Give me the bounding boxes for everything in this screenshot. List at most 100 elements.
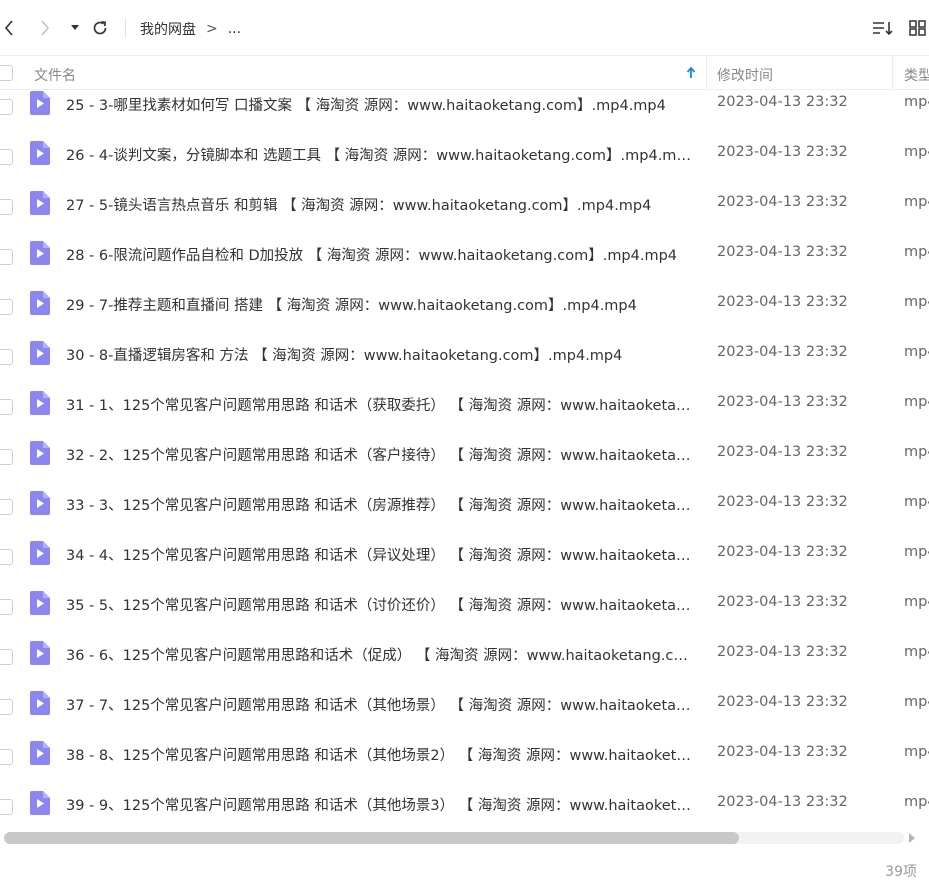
file-type: mp4 xyxy=(904,144,929,160)
file-name[interactable]: 36 - 6、125个常见客户问题常用思路和话术（促成） 【 海淘资 源网：ww… xyxy=(66,644,694,665)
column-divider[interactable] xyxy=(706,56,707,90)
table-row[interactable]: 28 - 6-限流问题作品自检和 D加投放 【 海淘资 源网：www.haita… xyxy=(0,240,929,290)
row-checkbox[interactable] xyxy=(0,349,13,365)
row-checkbox[interactable] xyxy=(0,699,13,715)
table-row[interactable]: 35 - 5、125个常见客户问题常用思路 和话术（讨价还价） 【 海淘资 源网… xyxy=(0,590,929,640)
row-checkbox[interactable] xyxy=(0,399,13,415)
video-file-icon xyxy=(30,791,50,815)
row-checkbox[interactable] xyxy=(0,99,13,115)
grid-view-button[interactable] xyxy=(909,16,927,40)
file-type: mp4 xyxy=(904,244,929,260)
file-name[interactable]: 30 - 8-直播逻辑房客和 方法 【 海淘资 源网：www.haitaoket… xyxy=(66,344,694,365)
table-row[interactable]: 31 - 1、125个常见客户问题常用思路 和话术（获取委托） 【 海淘资 源网… xyxy=(0,390,929,440)
file-type: mp4 xyxy=(904,294,929,310)
scrollbar-thumb[interactable] xyxy=(4,832,739,844)
file-list: 25 - 3-哪里找素材如何写 口播文案 【 海淘资 源网：www.haitao… xyxy=(0,90,929,828)
table-header: 文件名 修改时间 类型 xyxy=(0,56,929,90)
table-row[interactable]: 30 - 8-直播逻辑房客和 方法 【 海淘资 源网：www.haitaoket… xyxy=(0,340,929,390)
row-checkbox[interactable] xyxy=(0,549,13,565)
file-name[interactable]: 29 - 7-推荐主题和直播间 搭建 【 海淘资 源网：www.haitaoke… xyxy=(66,294,694,315)
file-name[interactable]: 27 - 5-镜头语言热点音乐 和剪辑 【 海淘资 源网：www.haitaok… xyxy=(66,194,694,215)
forward-button[interactable] xyxy=(38,16,52,40)
table-row[interactable]: 27 - 5-镜头语言热点音乐 和剪辑 【 海淘资 源网：www.haitaok… xyxy=(0,190,929,240)
sort-icon xyxy=(873,22,893,36)
file-name[interactable]: 31 - 1、125个常见客户问题常用思路 和话术（获取委托） 【 海淘资 源网… xyxy=(66,394,694,415)
table-row[interactable]: 25 - 3-哪里找素材如何写 口播文案 【 海淘资 源网：www.haitao… xyxy=(0,90,929,140)
file-type: mp4 xyxy=(904,544,929,560)
table-row[interactable]: 36 - 6、125个常见客户问题常用思路和话术（促成） 【 海淘资 源网：ww… xyxy=(0,640,929,690)
file-type: mp4 xyxy=(904,194,929,210)
row-checkbox[interactable] xyxy=(0,149,13,165)
file-name[interactable]: 28 - 6-限流问题作品自检和 D加投放 【 海淘资 源网：www.haita… xyxy=(66,244,694,265)
table-row[interactable]: 34 - 4、125个常见客户问题常用思路 和话术（异议处理） 【 海淘资 源网… xyxy=(0,540,929,590)
file-modified-time: 2023-04-13 23:32 xyxy=(717,94,848,110)
breadcrumb-more[interactable]: ... xyxy=(228,21,241,37)
file-modified-time: 2023-04-13 23:32 xyxy=(717,344,848,360)
history-dropdown-button[interactable] xyxy=(68,16,82,40)
row-checkbox[interactable] xyxy=(0,799,13,815)
file-name[interactable]: 32 - 2、125个常见客户问题常用思路 和话术（客户接待） 【 海淘资 源网… xyxy=(66,444,694,465)
row-checkbox[interactable] xyxy=(0,199,13,215)
row-checkbox[interactable] xyxy=(0,499,13,515)
file-name[interactable]: 39 - 9、125个常见客户问题常用思路 和话术（其他场景3） 【 海淘资 源… xyxy=(66,794,694,815)
column-header-type[interactable]: 类型 xyxy=(904,65,929,85)
table-row[interactable]: 38 - 8、125个常见客户问题常用思路 和话术（其他场景2） 【 海淘资 源… xyxy=(0,740,929,790)
table-row[interactable]: 39 - 9、125个常见客户问题常用思路 和话术（其他场景3） 【 海淘资 源… xyxy=(0,790,929,828)
table-row[interactable]: 29 - 7-推荐主题和直播间 搭建 【 海淘资 源网：www.haitaoke… xyxy=(0,290,929,340)
file-name[interactable]: 33 - 3、125个常见客户问题常用思路 和话术（房源推荐） 【 海淘资 源网… xyxy=(66,494,694,515)
file-name[interactable]: 26 - 4-谈判文案，分镜脚本和 选题工具 【 海淘资 源网：www.hait… xyxy=(66,144,694,165)
column-header-modified[interactable]: 修改时间 xyxy=(717,65,773,85)
file-modified-time: 2023-04-13 23:32 xyxy=(717,744,848,760)
file-type: mp4 xyxy=(904,594,929,610)
row-checkbox[interactable] xyxy=(0,299,13,315)
select-all-checkbox[interactable] xyxy=(0,65,13,81)
file-name[interactable]: 25 - 3-哪里找素材如何写 口播文案 【 海淘资 源网：www.haitao… xyxy=(66,94,694,115)
row-checkbox[interactable] xyxy=(0,599,13,615)
file-type: mp4 xyxy=(904,744,929,760)
table-row[interactable]: 32 - 2、125个常见客户问题常用思路 和话术（客户接待） 【 海淘资 源网… xyxy=(0,440,929,490)
refresh-button[interactable] xyxy=(91,16,109,40)
video-file-icon xyxy=(30,291,50,315)
breadcrumb: 我的网盘 > ... xyxy=(140,19,241,39)
table-row[interactable]: 37 - 7、125个常见客户问题常用思路 和话术（其他场景） 【 海淘资 源网… xyxy=(0,690,929,740)
item-count: 39项 xyxy=(885,864,917,880)
row-checkbox[interactable] xyxy=(0,749,13,765)
file-type: mp4 xyxy=(904,344,929,360)
file-type: mp4 xyxy=(904,494,929,510)
file-name[interactable]: 38 - 8、125个常见客户问题常用思路 和话术（其他场景2） 【 海淘资 源… xyxy=(66,744,694,765)
table-row[interactable]: 33 - 3、125个常见客户问题常用思路 和话术（房源推荐） 【 海淘资 源网… xyxy=(0,490,929,540)
video-file-icon xyxy=(30,441,50,465)
video-file-icon xyxy=(30,691,50,715)
back-button[interactable] xyxy=(2,16,16,40)
row-checkbox[interactable] xyxy=(0,249,13,265)
chevron-right-icon xyxy=(41,20,50,36)
toolbar-divider xyxy=(125,18,126,38)
file-name[interactable]: 34 - 4、125个常见客户问题常用思路 和话术（异议处理） 【 海淘资 源网… xyxy=(66,544,694,565)
row-checkbox[interactable] xyxy=(0,649,13,665)
video-file-icon xyxy=(30,91,50,115)
file-modified-time: 2023-04-13 23:32 xyxy=(717,194,848,210)
file-modified-time: 2023-04-13 23:32 xyxy=(717,794,848,810)
row-checkbox[interactable] xyxy=(0,449,13,465)
column-header-name[interactable]: 文件名 xyxy=(34,65,76,85)
file-name[interactable]: 37 - 7、125个常见客户问题常用思路 和话术（其他场景） 【 海淘资 源网… xyxy=(66,694,694,715)
file-modified-time: 2023-04-13 23:32 xyxy=(717,594,848,610)
file-type: mp4 xyxy=(904,444,929,460)
sort-button[interactable] xyxy=(872,16,894,40)
video-file-icon xyxy=(30,491,50,515)
toolbar: 我的网盘 > ... xyxy=(0,0,929,56)
file-modified-time: 2023-04-13 23:32 xyxy=(717,144,848,160)
file-type: mp4 xyxy=(904,694,929,710)
file-modified-time: 2023-04-13 23:32 xyxy=(717,544,848,560)
scroll-right-arrow-icon[interactable] xyxy=(907,833,917,843)
file-name[interactable]: 35 - 5、125个常见客户问题常用思路 和话术（讨价还价） 【 海淘资 源网… xyxy=(66,594,694,615)
column-divider[interactable] xyxy=(892,56,893,90)
breadcrumb-root[interactable]: 我的网盘 xyxy=(140,19,196,39)
horizontal-scrollbar[interactable] xyxy=(0,830,929,846)
table-row[interactable]: 26 - 4-谈判文案，分镜脚本和 选题工具 【 海淘资 源网：www.hait… xyxy=(0,140,929,190)
file-type: mp4 xyxy=(904,644,929,660)
file-type: mp4 xyxy=(904,94,929,110)
video-file-icon xyxy=(30,641,50,665)
file-modified-time: 2023-04-13 23:32 xyxy=(717,444,848,460)
chevron-left-icon xyxy=(4,20,13,36)
